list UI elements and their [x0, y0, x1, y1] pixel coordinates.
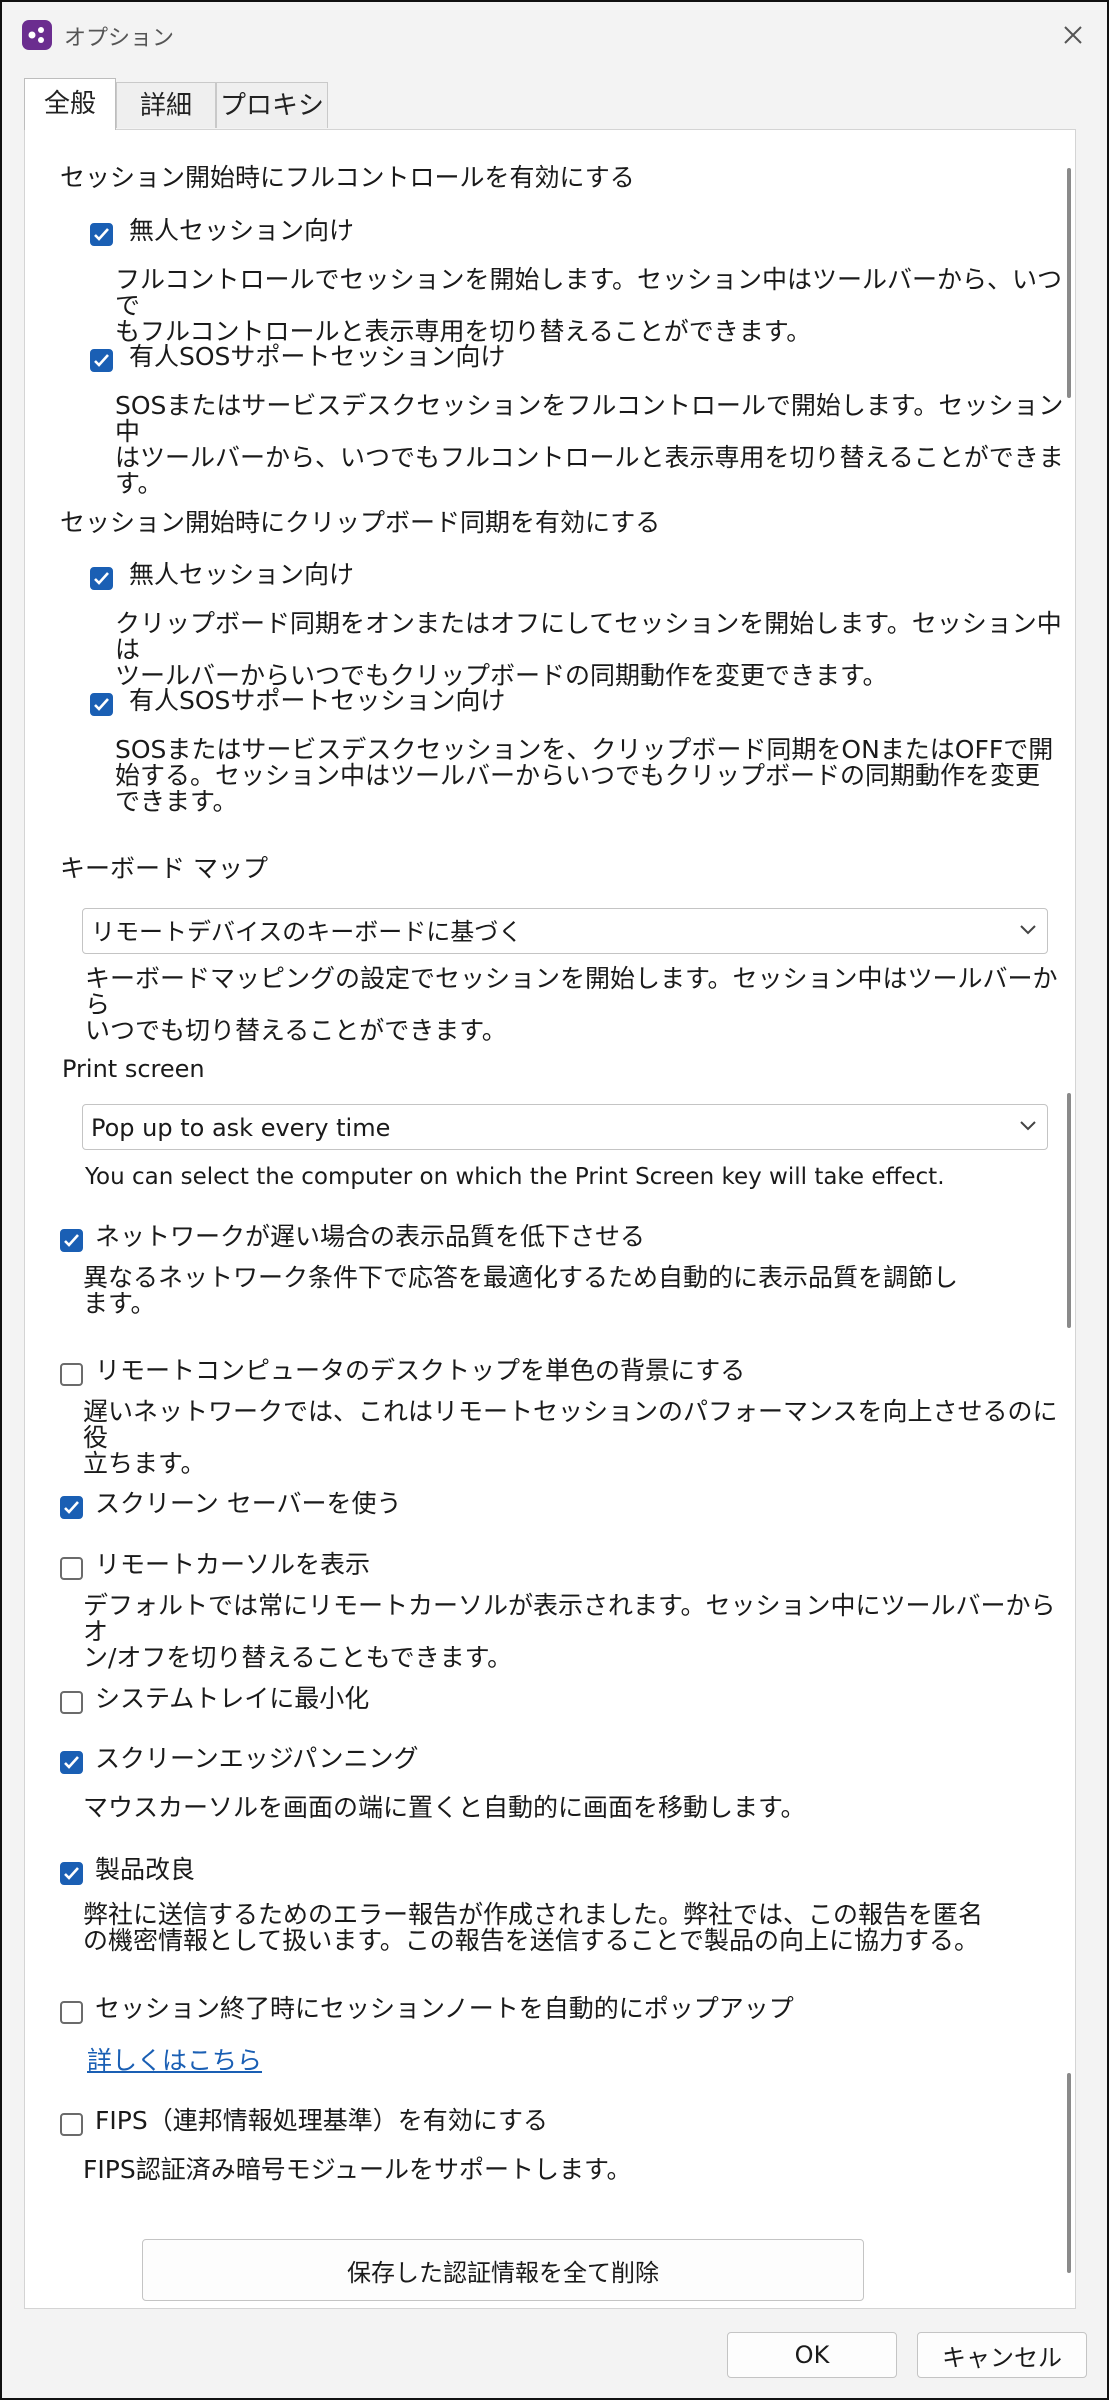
- check-icon: [64, 1501, 79, 1514]
- ok-button[interactable]: OK: [727, 2332, 897, 2378]
- title-bar: オプション: [2, 2, 1107, 66]
- chevron-down-icon: [1020, 925, 1036, 935]
- full-control-attended-desc: SOSまたはサービスデスクセッションをフルコントロールで開始します。セッション中…: [115, 391, 1064, 498]
- keyboard-map-selected: リモートデバイスのキーボードに基づく: [91, 918, 523, 946]
- session-notes-label[interactable]: セッション終了時にセッションノートを自動的にポップアップ: [95, 1996, 794, 2022]
- app-logo-icon: [22, 20, 52, 50]
- check-icon: [64, 1867, 79, 1880]
- keyboard-map-heading: キーボード マップ: [60, 854, 268, 883]
- tab-advanced[interactable]: 詳細: [116, 82, 216, 128]
- fips-desc: FIPS認証済み暗号モジュールをサポートします。: [83, 2155, 632, 2184]
- full-control-unattended-desc: フルコントロールでセッションを開始します。セッション中はツールバーから、いつで …: [115, 265, 1063, 346]
- cancel-button[interactable]: キャンセル: [917, 2332, 1087, 2378]
- print-screen-heading: Print screen: [62, 1055, 205, 1083]
- screensaver-label[interactable]: スクリーン セーバーを使う: [95, 1491, 401, 1517]
- full-control-attended-checkbox[interactable]: [90, 349, 113, 372]
- close-icon: [1064, 26, 1082, 44]
- close-button[interactable]: [1054, 18, 1092, 52]
- remote-cursor-label[interactable]: リモートカーソルを表示: [95, 1552, 370, 1578]
- full-control-attended-label[interactable]: 有人SOSサポートセッション向け: [129, 344, 505, 370]
- solid-background-desc: 遅いネットワークでは、これはリモートセッションのパフォーマンスを向上させるのに役…: [83, 1397, 1058, 1478]
- remote-cursor-desc: デフォルトでは常にリモートカーソルが表示されます。セッション中にツールバーからオ…: [83, 1591, 1056, 1672]
- clipboard-attended-desc: SOSまたはサービスデスクセッションを、クリップボード同期をONまたはOFFで開…: [115, 735, 1054, 816]
- window-title: オプション: [64, 26, 175, 51]
- full-control-unattended-checkbox[interactable]: [90, 223, 113, 246]
- clipboard-unattended-label[interactable]: 無人セッション向け: [129, 562, 354, 588]
- options-dialog: オプション 全般 詳細 プロキシ セッション開始時にフルコントロールを有効にする…: [0, 0, 1109, 2400]
- low-bandwidth-desc: 異なるネットワーク条件下で応答を最適化するため自動的に表示品質を調節し ます。: [83, 1263, 959, 1318]
- edge-panning-desc: マウスカーソルを画面の端に置くと自動的に画面を移動します。: [83, 1793, 806, 1822]
- edge-panning-label[interactable]: スクリーンエッジパンニング: [95, 1746, 419, 1772]
- check-icon: [64, 1234, 79, 1247]
- check-icon: [94, 572, 109, 585]
- fips-label[interactable]: FIPS（連邦情報処理基準）を有効にする: [95, 2108, 548, 2134]
- print-screen-selected: Pop up to ask every time: [91, 1114, 391, 1142]
- full-control-heading: セッション開始時にフルコントロールを有効にする: [60, 163, 635, 192]
- clipboard-unattended-checkbox[interactable]: [90, 567, 113, 590]
- print-screen-select[interactable]: Pop up to ask every time: [82, 1104, 1048, 1150]
- check-icon: [94, 354, 109, 367]
- clipboard-attended-label[interactable]: 有人SOSサポートセッション向け: [129, 688, 505, 714]
- screensaver-checkbox[interactable]: [60, 1496, 83, 1519]
- product-improvement-label[interactable]: 製品改良: [95, 1857, 195, 1883]
- check-icon: [64, 1756, 79, 1769]
- learn-more-link[interactable]: 詳しくはこちら: [87, 2041, 262, 2077]
- chevron-down-icon: [1020, 1121, 1036, 1131]
- clipboard-unattended-desc: クリップボード同期をオンまたはオフにしてセッションを開始します。セッション中は …: [115, 609, 1062, 690]
- solid-background-checkbox[interactable]: [60, 1363, 83, 1386]
- low-bandwidth-label[interactable]: ネットワークが遅い場合の表示品質を低下させる: [95, 1224, 645, 1250]
- keyboard-map-desc: キーボードマッピングの設定でセッションを開始します。セッション中はツールバーから…: [85, 964, 1058, 1045]
- clear-credentials-button[interactable]: 保存した認証情報を全て削除: [142, 2239, 864, 2301]
- scrollbar-thumb-2[interactable]: [1067, 1093, 1071, 1328]
- product-improvement-desc: 弊社に送信するためのエラー報告が作成されました。弊社では、この報告を匿名 の機密…: [83, 1900, 984, 1955]
- general-tab-panel: セッション開始時にフルコントロールを有効にする 無人セッション向け フルコントロ…: [24, 129, 1076, 2309]
- remote-cursor-checkbox[interactable]: [60, 1557, 83, 1580]
- keyboard-map-select[interactable]: リモートデバイスのキーボードに基づく: [82, 908, 1048, 954]
- tab-proxy[interactable]: プロキシ: [216, 82, 328, 128]
- check-icon: [94, 698, 109, 711]
- tab-general[interactable]: 全般: [24, 78, 116, 130]
- session-notes-checkbox[interactable]: [60, 2001, 83, 2024]
- scrollbar-thumb-3[interactable]: [1067, 2073, 1071, 2273]
- minimize-tray-label[interactable]: システムトレイに最小化: [95, 1686, 369, 1712]
- full-control-unattended-label[interactable]: 無人セッション向け: [129, 218, 354, 244]
- clipboard-attended-checkbox[interactable]: [90, 693, 113, 716]
- check-icon: [94, 228, 109, 241]
- scrollbar-thumb-1[interactable]: [1067, 168, 1071, 398]
- vertical-scrollbar[interactable]: [1067, 168, 1071, 2273]
- low-bandwidth-checkbox[interactable]: [60, 1229, 83, 1252]
- edge-panning-checkbox[interactable]: [60, 1751, 83, 1774]
- minimize-tray-checkbox[interactable]: [60, 1691, 83, 1714]
- solid-background-label[interactable]: リモートコンピュータのデスクトップを単色の背景にする: [95, 1358, 745, 1384]
- product-improvement-checkbox[interactable]: [60, 1862, 83, 1885]
- clipboard-heading: セッション開始時にクリップボード同期を有効にする: [60, 508, 661, 537]
- fips-checkbox[interactable]: [60, 2113, 83, 2136]
- print-screen-desc: You can select the computer on which the…: [85, 1164, 945, 1190]
